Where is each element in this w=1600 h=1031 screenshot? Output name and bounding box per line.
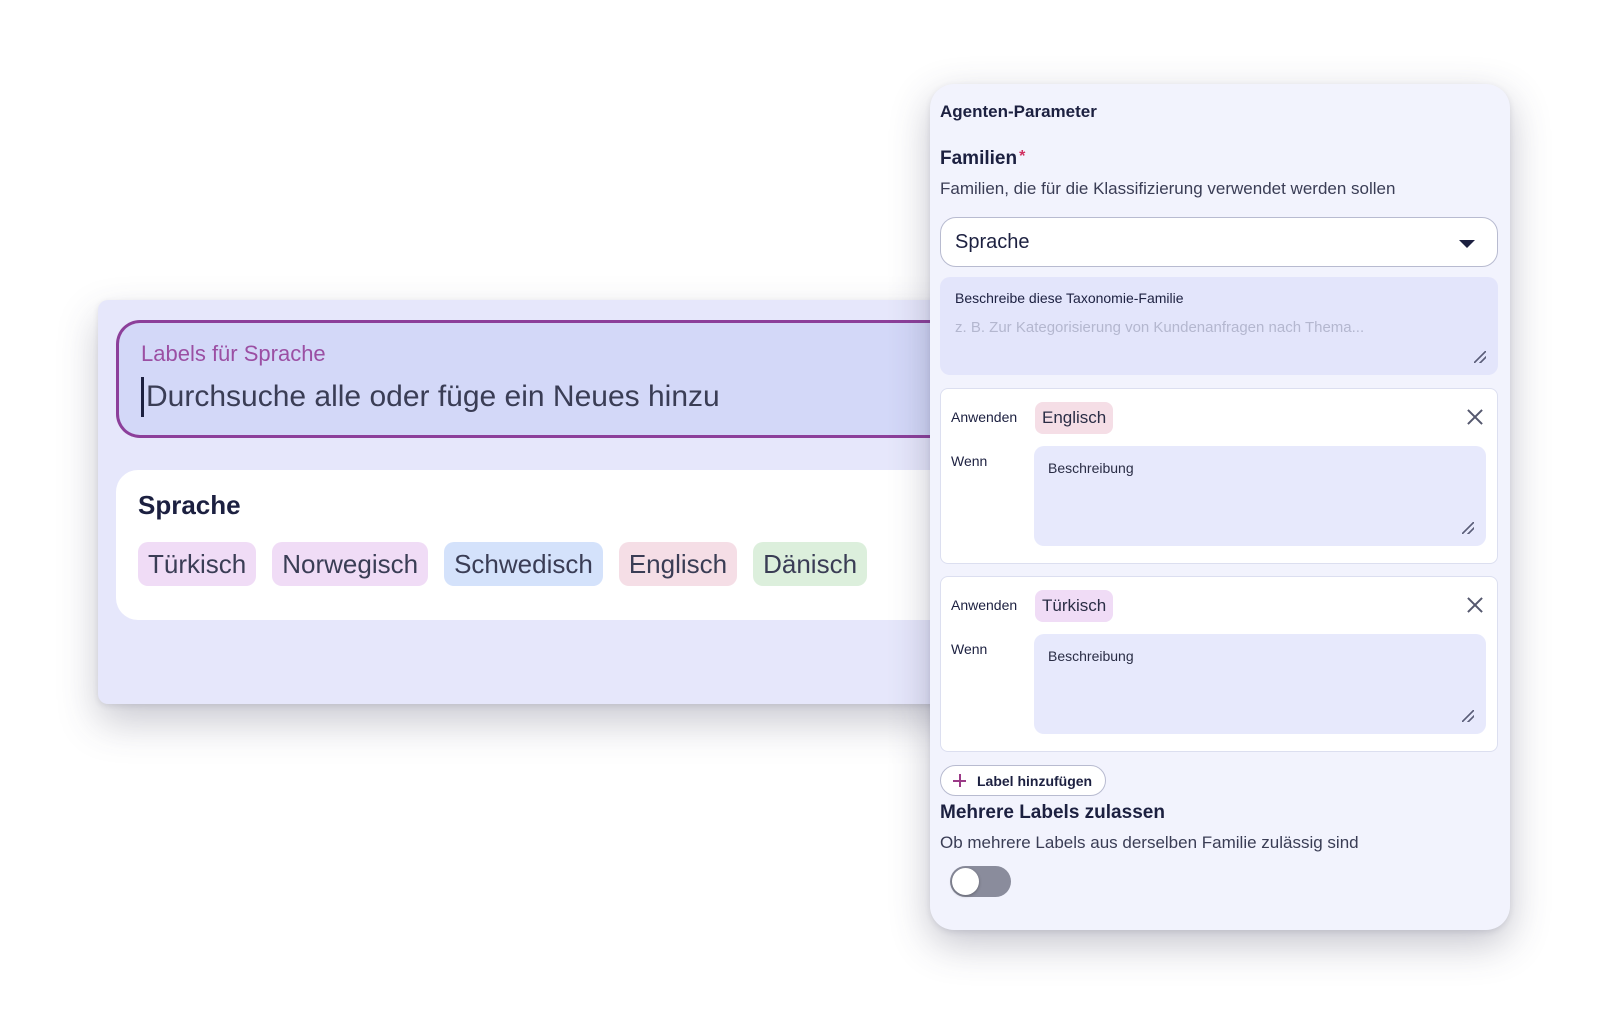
family-title: Sprache bbox=[138, 490, 241, 520]
apply-label: Anwenden bbox=[951, 409, 1018, 425]
multiple-labels-heading: Mehrere Labels zulassen bbox=[940, 802, 1165, 823]
resize-handle-icon[interactable] bbox=[1462, 522, 1474, 534]
required-mark: * bbox=[1019, 148, 1026, 165]
condition-textarea[interactable]: Beschreibung bbox=[1034, 634, 1486, 734]
family-select[interactable]: Sprache bbox=[940, 217, 1498, 267]
label-search-input[interactable] bbox=[141, 377, 961, 417]
rule-label-chip[interactable]: Türkisch bbox=[1035, 590, 1114, 622]
add-label-button-text: Label hinzufügen bbox=[977, 772, 1093, 789]
label-search-box[interactable]: Labels für Sprache bbox=[116, 320, 998, 438]
language-family-box: Sprache Türkisch Norwegisch Schwedisch E… bbox=[116, 470, 998, 620]
label-chip-english[interactable]: Englisch bbox=[618, 542, 738, 586]
chevron-down-icon[interactable] bbox=[1459, 240, 1475, 248]
panel-title: Agenten-Parameter bbox=[940, 102, 1097, 121]
families-heading: Familien * bbox=[940, 148, 1025, 170]
label-chip-danish[interactable]: Dänisch bbox=[753, 542, 868, 586]
multiple-labels-toggle[interactable] bbox=[950, 866, 1011, 897]
close-icon[interactable] bbox=[1465, 595, 1485, 615]
label-chip-norwegian[interactable]: Norwegisch bbox=[272, 542, 429, 586]
family-description-label: Beschreibe diese Taxonomie-Familie bbox=[955, 290, 1184, 306]
close-icon[interactable] bbox=[1465, 407, 1485, 427]
family-description-placeholder: z. B. Zur Kategorisierung von Kundenanfr… bbox=[955, 319, 1365, 336]
toggle-knob bbox=[952, 868, 979, 895]
agent-parameters-panel: Agenten-Parameter Familien * Familien, di… bbox=[930, 84, 1510, 930]
label-chip-list: Türkisch Norwegisch Schwedisch Englisch … bbox=[138, 542, 868, 586]
condition-placeholder: Beschreibung bbox=[1048, 648, 1134, 664]
when-label: Wenn bbox=[951, 641, 988, 657]
label-rule-card: Anwenden Türkisch Wenn Beschreibung bbox=[940, 576, 1498, 752]
family-description-textarea[interactable]: Beschreibe diese Taxonomie-Familie z. B.… bbox=[940, 277, 1498, 375]
resize-handle-icon[interactable] bbox=[1474, 351, 1486, 363]
when-label: Wenn bbox=[951, 453, 988, 469]
add-label-button[interactable]: Label hinzufügen bbox=[940, 765, 1107, 796]
label-chip-turkish[interactable]: Türkisch bbox=[138, 542, 257, 586]
families-description: Familien, die für die Klassifizierung ve… bbox=[940, 179, 1396, 198]
labels-panel: Labels für Sprache Sprache Türkisch Norw… bbox=[98, 300, 998, 704]
plus-icon bbox=[953, 774, 966, 787]
rule-label-chip[interactable]: Englisch bbox=[1035, 402, 1114, 434]
label-rule-card: Anwenden Englisch Wenn Beschreibung bbox=[940, 388, 1498, 564]
apply-label: Anwenden bbox=[951, 597, 1018, 613]
search-label: Labels für Sprache bbox=[141, 341, 326, 366]
families-label: Familien bbox=[940, 148, 1018, 169]
label-chip-swedish[interactable]: Schwedisch bbox=[444, 542, 603, 586]
condition-placeholder: Beschreibung bbox=[1048, 460, 1134, 476]
family-select-value: Sprache bbox=[955, 231, 1030, 253]
condition-textarea[interactable]: Beschreibung bbox=[1034, 446, 1486, 546]
resize-handle-icon[interactable] bbox=[1462, 710, 1474, 722]
multiple-labels-description: Ob mehrere Labels aus derselben Familie … bbox=[940, 833, 1359, 852]
